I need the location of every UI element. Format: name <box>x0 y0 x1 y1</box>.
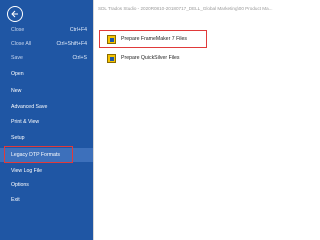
menu-item-options[interactable]: Options <box>0 178 93 192</box>
action-label: Prepare FrameMaker 7 Files <box>121 36 188 42</box>
prepare-quicksilver-button[interactable]: Prepare QuickSilver Files <box>103 51 213 66</box>
legacy-dtp-highlight-box <box>4 146 73 163</box>
menu-item-label: Close <box>11 27 25 33</box>
menu-item-label: Print & View <box>11 119 40 125</box>
menu-item-close-all[interactable]: Close All Ctrl+Shift+F4 <box>0 37 93 51</box>
menu-item-label: View Log File <box>11 168 43 174</box>
menu-item-label: Advanced Save <box>11 104 48 110</box>
prepare-framemaker-button[interactable]: Prepare FrameMaker 7 Files <box>103 32 213 47</box>
menu-item-label: Exit <box>11 197 20 203</box>
sidebar-divider <box>93 0 94 240</box>
menu-item-label: Open <box>11 71 24 77</box>
menu-item-shortcut: Ctrl+F4 <box>69 27 87 33</box>
back-arrow-icon[interactable] <box>7 6 23 22</box>
menu-item-close[interactable]: Close Ctrl+F4 <box>0 23 93 37</box>
window-title-path: SDL Trados Studio - 2020R0810-20180717_D… <box>98 6 273 11</box>
backstage-sidebar: Close Ctrl+F4 Close All Ctrl+Shift+F4 Sa… <box>0 0 93 240</box>
menu-item-print-view[interactable]: Print & View <box>0 115 93 129</box>
action-label: Prepare QuickSilver Files <box>121 55 180 61</box>
menu-item-label: Save <box>11 55 23 61</box>
menu-item-view-log-file[interactable]: View Log File <box>0 164 93 178</box>
menu-item-setup[interactable]: Setup <box>0 131 93 145</box>
menu-item-exit[interactable]: Exit <box>0 193 93 207</box>
menu-item-save[interactable]: Save Ctrl+S <box>0 51 93 65</box>
menu-item-advanced-save[interactable]: Advanced Save <box>0 100 93 114</box>
menu-item-label: Setup <box>11 135 25 141</box>
quicksilver-icon <box>107 54 116 63</box>
menu-item-new[interactable]: New <box>0 84 93 98</box>
menu-item-shortcut: Ctrl+Shift+F4 <box>56 41 87 47</box>
menu-item-label: Options <box>11 182 29 188</box>
framemaker-icon <box>107 35 116 44</box>
menu-item-label: Close All <box>11 41 32 47</box>
menu-item-open[interactable]: Open <box>0 67 93 81</box>
menu-item-label: New <box>11 88 22 94</box>
menu-item-shortcut: Ctrl+S <box>72 55 87 61</box>
